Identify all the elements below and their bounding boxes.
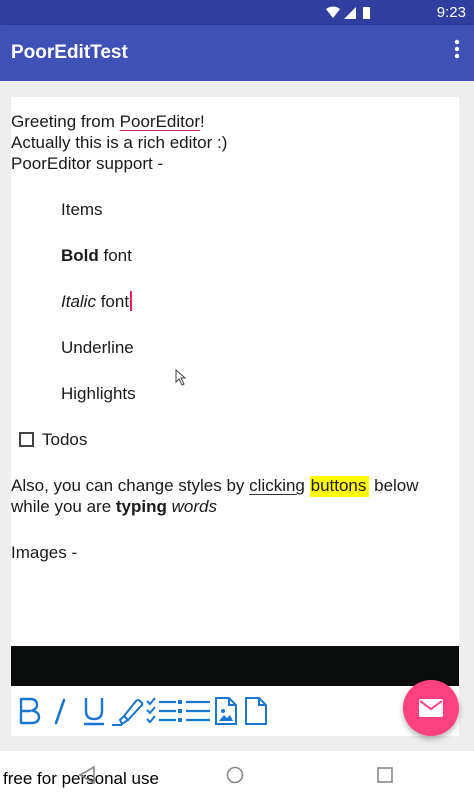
underline-icon[interactable] <box>79 694 109 728</box>
highlight-icon[interactable] <box>109 694 145 728</box>
todo-label: Todos <box>42 430 88 449</box>
pooreditor-link: PoorEditor <box>119 112 200 131</box>
wifi-icon <box>326 6 370 19</box>
status-time: 9:23 <box>436 4 466 21</box>
rich-editor[interactable]: Greeting from PoorEditor! Actually this … <box>11 97 459 646</box>
mouse-pointer-icon <box>175 368 189 392</box>
format-toolbar <box>11 686 459 736</box>
buttons-highlighted: buttons <box>309 476 370 497</box>
also-text-end: below <box>369 476 419 495</box>
app-title: PoorEditTest <box>11 42 128 63</box>
while-text: while you are <box>11 497 116 516</box>
italic-rest: font <box>95 292 130 311</box>
battery-icon <box>363 7 370 19</box>
app-bar: PoorEditTest <box>0 25 474 81</box>
checklist-icon[interactable] <box>145 694 177 728</box>
bulleted-list-icon[interactable] <box>177 694 211 728</box>
signal-icon <box>344 7 356 19</box>
text-cursor <box>130 291 132 311</box>
todo-item: Todos <box>19 429 87 450</box>
typing-word: typing <box>115 497 167 516</box>
list-item-highlights: Highlights <box>61 384 136 403</box>
greeting-text: Greeting from <box>11 112 120 131</box>
email-icon <box>419 699 443 717</box>
bold-word: Bold <box>61 246 99 265</box>
list-item-bold: Bold font <box>61 245 132 266</box>
todo-checkbox[interactable] <box>19 432 34 447</box>
status-icons <box>324 6 394 25</box>
also-text: Also, you can change styles by <box>11 476 250 495</box>
images-label: Images - <box>11 543 78 562</box>
italic-icon[interactable] <box>50 694 70 728</box>
image-preview[interactable] <box>11 646 459 686</box>
recents-icon[interactable] <box>376 764 394 791</box>
greeting-line: Greeting from PoorEditor! <box>11 111 205 132</box>
while-line: while you are typing words <box>11 496 217 517</box>
words-word: words <box>171 497 217 516</box>
clicking-word: clicking <box>249 476 305 495</box>
bold-rest: font <box>98 246 132 265</box>
insert-image-icon[interactable] <box>213 694 239 728</box>
greeting-suffix: ! <box>199 112 205 131</box>
email-fab[interactable] <box>403 680 459 736</box>
also-line: Also, you can change styles by clicking … <box>11 475 419 497</box>
support-line: PoorEditor support - <box>11 154 164 173</box>
more-vert-icon[interactable] <box>454 39 460 63</box>
intro-line: Actually this is a rich editor :) <box>11 133 228 152</box>
status-bar: 9:23 <box>0 0 474 25</box>
list-item: Items <box>61 200 103 219</box>
list-item-italic: Italic font <box>61 291 132 312</box>
new-document-icon[interactable] <box>243 694 269 728</box>
italic-word: Italic <box>61 292 96 311</box>
navigation-bar: free for personal use <box>0 751 474 794</box>
back-icon[interactable] <box>76 764 98 791</box>
list-item-underline: Underline <box>61 338 134 357</box>
bold-icon[interactable] <box>14 694 44 728</box>
home-icon[interactable] <box>225 764 245 791</box>
